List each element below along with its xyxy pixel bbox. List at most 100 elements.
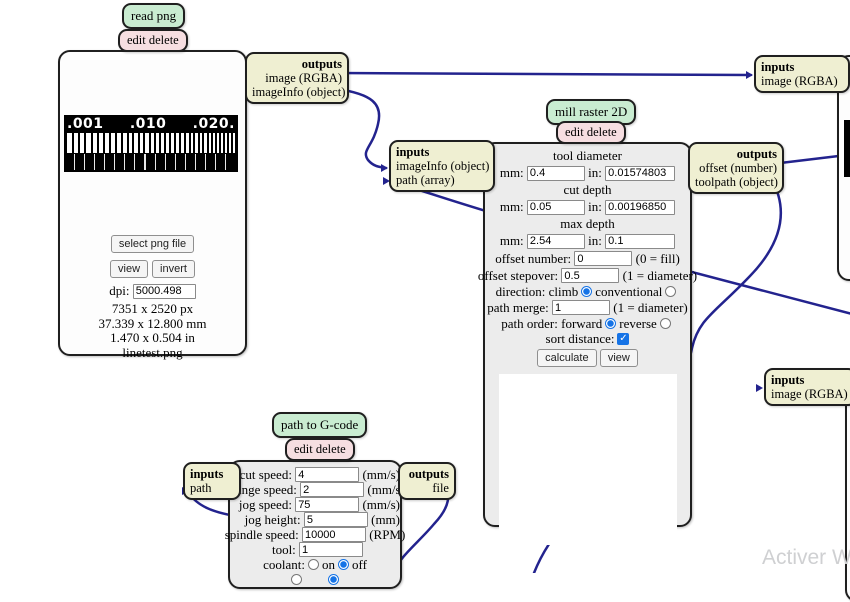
output-file[interactable]: file	[405, 481, 449, 495]
mid-right-inputs-port[interactable]: inputs image (RGBA)	[764, 368, 850, 406]
offset-number-hint: (0 = fill)	[635, 250, 680, 266]
direction-climb-radio[interactable]	[581, 286, 593, 297]
offset-number-input[interactable]	[574, 251, 633, 266]
jog-height-unit: (mm)	[371, 511, 400, 527]
tool-diameter-heading: tool diameter	[553, 148, 622, 163]
offset-number-label: offset number:	[495, 250, 572, 266]
tool-input[interactable]	[299, 542, 364, 557]
max-depth-in-input[interactable]	[605, 233, 676, 249]
cut-depth-heading: cut depth	[563, 182, 612, 197]
clipped-radio[interactable]	[328, 573, 339, 585]
output-offset[interactable]: offset (number)	[695, 161, 777, 175]
cut-speed-input[interactable]	[295, 467, 360, 482]
coolant-on-label: on	[321, 556, 335, 572]
image-size-mm: 37.339 x 12.800 mm	[98, 315, 207, 331]
inputs-title: inputs	[396, 145, 430, 159]
read-png-edit-delete[interactable]: edit delete	[118, 29, 188, 52]
input-path[interactable]: path	[190, 481, 234, 495]
dpi-input[interactable]	[132, 283, 196, 299]
offset-stepover-input[interactable]	[561, 268, 620, 283]
mill-edit-delete[interactable]: edit delete	[556, 121, 626, 144]
module-header-path-to-gcode[interactable]: path to G-code	[272, 412, 368, 438]
image-size-in: 1.470 x 0.504 in	[110, 330, 195, 345]
path-merge-label: path merge:	[487, 299, 549, 315]
path-order-reverse-label: reverse	[619, 315, 657, 331]
output-toolpath[interactable]: toolpath (object)	[695, 175, 778, 189]
inputs-title: inputs	[771, 373, 805, 387]
input-image-rgba[interactable]: image (RGBA)	[761, 74, 843, 88]
direction-climb-label: climb	[548, 283, 579, 299]
gcode-inputs-port[interactable]: inputs path	[183, 462, 241, 500]
jog-speed-label: jog speed:	[238, 496, 292, 512]
offset-stepover-hint: (1 = diameter)	[622, 267, 698, 283]
in-label: in:	[588, 233, 602, 248]
coolant-on-radio[interactable]	[307, 559, 319, 570]
max-depth-mm-input[interactable]	[526, 233, 585, 249]
png-preview-label: .001	[67, 116, 104, 132]
direction-conventional-label: conventional	[595, 283, 663, 299]
direction-conventional-radio[interactable]	[665, 286, 677, 297]
mm-label: mm:	[499, 165, 524, 180]
wire-image-to-topright	[334, 71, 753, 77]
coolant-off-radio[interactable]	[337, 559, 349, 570]
cut-speed-unit: (mm/s)	[362, 466, 400, 482]
jog-speed-unit: (mm/s)	[362, 496, 400, 512]
read-png-outputs-port[interactable]: outputs image (RGBA) imageInfo (object)	[245, 52, 349, 104]
gcode-edit-delete[interactable]: edit delete	[285, 438, 355, 461]
spindle-speed-unit: (RPM)	[369, 526, 406, 542]
coolant-off-label: off	[351, 556, 367, 572]
inputs-title: inputs	[190, 467, 224, 481]
wire-arrow	[381, 164, 388, 172]
output-image-rgba[interactable]: image (RGBA)	[252, 71, 342, 85]
gcode-outputs-port[interactable]: outputs file	[398, 462, 456, 500]
top-right-inputs-port[interactable]: inputs image (RGBA)	[754, 55, 850, 93]
read-png-module: .001 .010 .020. select png file view inv…	[58, 50, 247, 359]
outputs-title: outputs	[301, 57, 342, 71]
path-order-forward-label: forward	[561, 315, 603, 331]
calculate-button[interactable]: calculate	[537, 349, 597, 367]
clipped-radio[interactable]	[291, 573, 302, 585]
mill-inputs-port[interactable]: inputs imageInfo (object) path (array)	[389, 140, 495, 192]
input-image-rgba[interactable]: image (RGBA)	[771, 387, 850, 401]
spindle-speed-input[interactable]	[301, 527, 366, 542]
png-preview-bars-top	[67, 133, 235, 153]
tool-label: tool:	[271, 541, 296, 557]
cut-depth-in-input[interactable]	[605, 199, 676, 215]
input-imageinfo[interactable]: imageInfo (object)	[396, 159, 489, 173]
mm-label: mm:	[499, 233, 524, 248]
tool-diameter-mm-input[interactable]	[526, 165, 585, 181]
invert-button[interactable]: invert	[152, 260, 195, 278]
path-merge-input[interactable]	[552, 300, 611, 315]
wire-arrow	[756, 384, 763, 392]
max-depth-heading: max depth	[560, 216, 615, 231]
coolant-label: coolant:	[263, 556, 305, 572]
tool-diameter-in-input[interactable]	[605, 165, 676, 181]
path-order-label: path order:	[501, 315, 558, 331]
in-label: in:	[588, 199, 602, 214]
jog-speed-input[interactable]	[295, 497, 360, 512]
top-right-module-image	[844, 120, 850, 177]
png-preview-bars-bottom	[74, 154, 235, 170]
mill-outputs-port[interactable]: outputs offset (number) toolpath (object…	[688, 142, 784, 194]
windows-activation-watermark: Activer W	[762, 546, 850, 569]
mill-raster-module: tool diameter mm: in: cut depth mm: in: …	[478, 142, 697, 545]
jog-height-label: jog height:	[244, 511, 301, 527]
cut-depth-mm-input[interactable]	[526, 199, 585, 215]
input-path-array[interactable]: path (array)	[396, 173, 488, 187]
view-button[interactable]: view	[110, 260, 149, 278]
sort-distance-label: sort distance:	[545, 330, 615, 346]
dpi-label: dpi:	[109, 283, 130, 298]
jog-height-input[interactable]	[303, 512, 368, 527]
path-merge-hint: (1 = diameter)	[613, 299, 688, 315]
plunge-speed-input[interactable]	[300, 482, 365, 497]
toolpath-preview-canvas	[498, 374, 677, 545]
sort-distance-checkbox[interactable]: ✓	[617, 332, 630, 345]
spindle-speed-label: spindle speed:	[224, 526, 299, 542]
mill-view-button[interactable]: view	[599, 349, 638, 367]
module-header-read-png[interactable]: read png	[122, 3, 186, 29]
select-png-file-button[interactable]: select png file	[110, 235, 195, 253]
outputs-title: outputs	[408, 467, 449, 481]
path-order-reverse-radio[interactable]	[659, 318, 671, 329]
output-imageinfo[interactable]: imageInfo (object)	[252, 85, 345, 99]
path-order-forward-radio[interactable]	[605, 318, 617, 329]
